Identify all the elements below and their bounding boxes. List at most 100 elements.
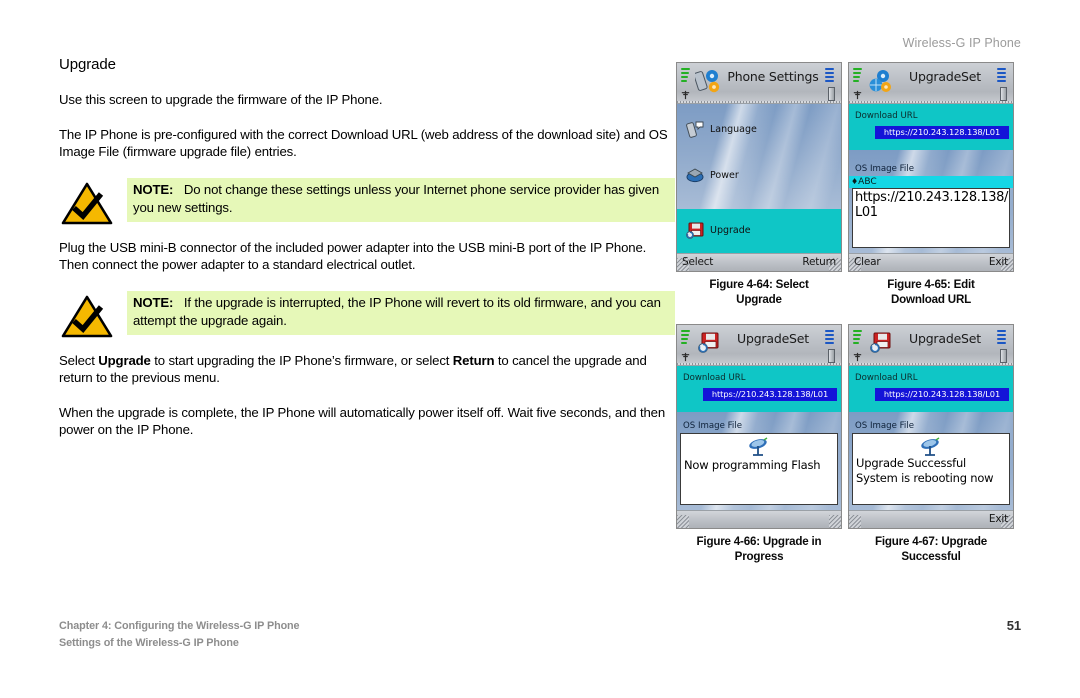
menu-item-language[interactable]: Language — [685, 120, 757, 138]
upgrade-disk-icon — [698, 332, 719, 353]
softkey-corner-right — [829, 515, 841, 528]
result-message-line1: Upgrade Successful — [856, 456, 967, 470]
paragraph-upgrade-complete: When the upgrade is complete, the IP Pho… — [59, 404, 666, 438]
battery-icon — [828, 87, 835, 101]
figure-caption: Figure 4-66: Upgrade in Progress — [676, 534, 842, 564]
figure-caption-line2: Upgrade — [736, 293, 782, 306]
paragraph-usb-connector: Plug the USB mini-B connector of the inc… — [59, 239, 647, 273]
ime-mode-label: ABC — [858, 177, 877, 187]
figure-row-top: Phone Settings Language Power Upgrade Se… — [676, 62, 1026, 307]
menu-item-label: Language — [710, 123, 757, 135]
softkey-select[interactable]: Select — [682, 256, 713, 268]
os-image-file-label: OS Image File — [683, 421, 742, 431]
figure-caption-line1: Figure 4-64: Select — [709, 278, 809, 291]
page-title: Upgrade — [59, 56, 116, 73]
upgrade-disk-icon — [686, 222, 704, 239]
note-warning-icon — [61, 295, 113, 337]
figure-4-64: Phone Settings Language Power Upgrade Se… — [676, 62, 842, 307]
paragraph-preconfigured: The IP Phone is pre-configured with the … — [59, 126, 668, 160]
lcd-title: UpgradeSet — [909, 331, 981, 346]
signal-strength-icon — [853, 330, 862, 350]
figure-caption-line2: Download URL — [890, 293, 972, 306]
upgrade-settings-icon — [869, 70, 891, 92]
antenna-icon — [681, 352, 690, 362]
upgrade-disk-icon — [870, 332, 891, 353]
figure-4-66: UpgradeSet Download URL https://210.243.… — [676, 324, 842, 564]
signal-strength-icon — [681, 68, 690, 88]
signal-strength-icon — [853, 68, 862, 88]
download-url-label: Download URL — [683, 373, 746, 383]
phone-screen-select-upgrade: Phone Settings Language Power Upgrade Se… — [676, 62, 842, 272]
lcd-title: Phone Settings — [727, 69, 819, 84]
progress-message-box: Now programming Flash — [680, 433, 838, 505]
result-message-box: Upgrade Successful System is rebooting n… — [852, 433, 1010, 505]
menu-item-upgrade[interactable]: Upgrade — [685, 221, 751, 239]
note-callout-1: NOTE: Do not change these settings unles… — [59, 177, 675, 224]
lcd-menu-area: Language Power — [677, 104, 841, 209]
battery-bars-icon — [825, 330, 834, 346]
battery-bars-icon — [997, 330, 1006, 346]
satellite-dish-icon — [749, 437, 768, 456]
figure-caption: Figure 4-65: Edit Download URL — [848, 277, 1014, 307]
menu-item-power[interactable]: Power — [685, 166, 739, 184]
lcd-status-bar: Phone Settings — [677, 63, 841, 104]
lcd-title: UpgradeSet — [909, 69, 981, 84]
page-number: 51 — [1006, 618, 1021, 633]
figure-grid: Phone Settings Language Power Upgrade Se… — [676, 62, 1026, 564]
menu-item-label: Upgrade — [710, 224, 751, 236]
note-callout-2: NOTE: If the upgrade is interrupted, the… — [59, 290, 675, 337]
lcd-softkey-bar: Clear Exit — [849, 253, 1013, 271]
figure-caption: Figure 4-67: Upgrade Successful — [848, 534, 1014, 564]
figure-row-bottom: UpgradeSet Download URL https://210.243.… — [676, 324, 1026, 564]
softkey-clear[interactable]: Clear — [854, 256, 881, 268]
antenna-icon — [853, 352, 862, 362]
figure-4-67: UpgradeSet Download URL https://210.243.… — [848, 324, 1014, 564]
battery-bars-icon — [997, 68, 1006, 84]
note-text-2: If the upgrade is interrupted, the IP Ph… — [133, 294, 661, 328]
download-url-pane: Download URL https://210.243.128.138/L01 — [849, 104, 1013, 150]
lcd-softkey-bar: Exit — [849, 510, 1013, 528]
footer-line-1: Chapter 4: Configuring the Wireless-G IP… — [59, 620, 300, 632]
os-image-file-label: OS Image File — [855, 421, 914, 431]
battery-icon — [1000, 349, 1007, 363]
progress-message-line1: Now programming Flash — [684, 458, 821, 472]
download-url-value: https://210.243.128.138/L01 — [875, 388, 1009, 401]
os-image-file-label: OS Image File — [855, 164, 914, 174]
softkey-return[interactable]: Return — [802, 256, 836, 268]
softkey-exit[interactable]: Exit — [989, 513, 1008, 525]
p4-bold-return: Return — [452, 352, 495, 368]
url-edit-box[interactable]: https://210.243.128.138/L01 — [852, 188, 1010, 248]
figure-caption-line2: Progress — [734, 550, 784, 563]
lcd-softkey-bar: Select Return — [677, 253, 841, 271]
note-body-2: NOTE: If the upgrade is interrupted, the… — [127, 290, 675, 335]
note-label-1: NOTE: — [133, 181, 174, 197]
battery-icon — [1000, 87, 1007, 101]
lcd-softkey-bar — [677, 510, 841, 528]
note-body-1: NOTE: Do not change these settings unles… — [127, 177, 675, 222]
softkey-corner-left — [849, 515, 861, 528]
download-url-value: https://210.243.128.138/L01 — [703, 388, 837, 401]
ime-mode-indicator[interactable]: ♦ABC — [849, 176, 1013, 188]
note-label-2: NOTE: — [133, 294, 174, 310]
lcd-selected-row[interactable]: Upgrade — [677, 209, 841, 255]
figure-caption-line1: Figure 4-65: Edit — [887, 278, 975, 291]
paragraph-select-upgrade: Select Upgrade to start upgrading the IP… — [59, 352, 675, 387]
menu-item-label: Power — [710, 169, 739, 181]
phone-screen-upgrade-successful: UpgradeSet Download URL https://210.243.… — [848, 324, 1014, 529]
running-head: Wireless-G IP Phone — [902, 36, 1021, 50]
page-footer: Chapter 4: Configuring the Wireless-G IP… — [59, 618, 1021, 651]
language-icon — [686, 121, 704, 138]
figure-4-65: UpgradeSet Download URL https://210.243.… — [848, 62, 1014, 307]
antenna-icon — [681, 90, 690, 100]
p4-bold-upgrade: Upgrade — [98, 352, 151, 368]
lcd-title: UpgradeSet — [737, 331, 809, 346]
figure-caption-line1: Figure 4-66: Upgrade in — [696, 535, 822, 548]
figure-caption: Figure 4-64: Select Upgrade — [676, 277, 842, 307]
p4-seg-c: to start upgrading the IP Phone’s firmwa… — [150, 352, 453, 368]
url-edit-text: https://210.243.128.138/L01 — [855, 190, 1009, 220]
paragraph-intro: Use this screen to upgrade the firmware … — [59, 92, 383, 107]
softkey-exit[interactable]: Exit — [989, 256, 1008, 268]
antenna-icon — [853, 90, 862, 100]
download-url-value[interactable]: https://210.243.128.138/L01 — [875, 126, 1009, 139]
phone-settings-icon — [695, 70, 720, 93]
